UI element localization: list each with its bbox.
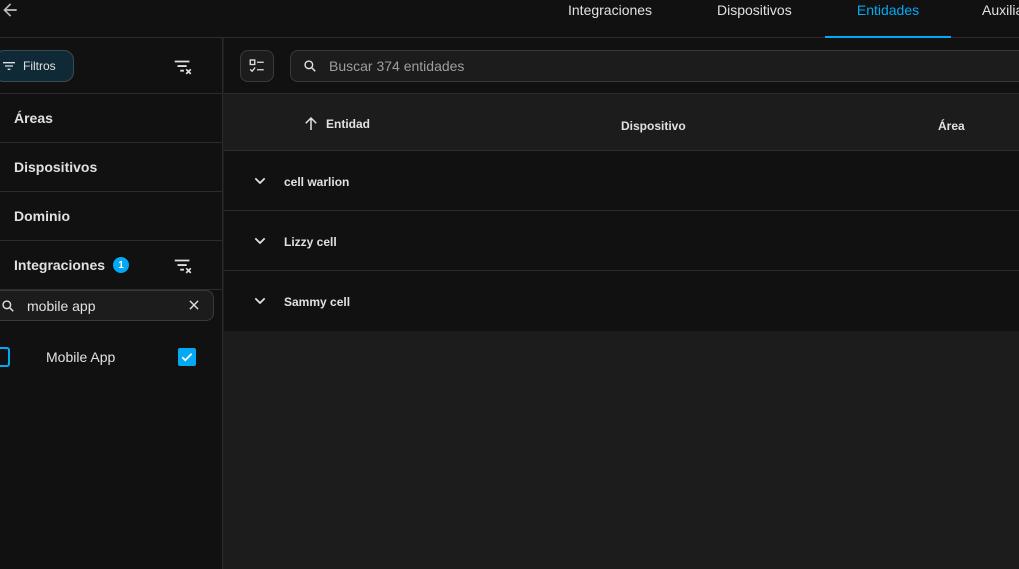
integration-search-input[interactable]: mobile app xyxy=(0,290,214,321)
check-icon xyxy=(181,353,193,362)
search-icon xyxy=(303,59,317,73)
group-row[interactable]: cell warlion xyxy=(224,151,1019,211)
filters-button[interactable]: Filtros xyxy=(0,50,74,82)
tab-entidades[interactable]: Entidades xyxy=(825,0,951,38)
integration-item-label: Mobile App xyxy=(46,349,116,365)
filters-header: Filtros xyxy=(0,38,222,94)
search-icon xyxy=(1,299,15,313)
section-label: Dominio xyxy=(14,208,70,224)
group-row[interactable]: Sammy cell xyxy=(224,271,1019,331)
close-icon[interactable] xyxy=(187,298,201,312)
column-label: Dispositivo xyxy=(621,119,686,133)
column-header-entidad[interactable]: Entidad xyxy=(302,115,370,133)
chevron-down-icon[interactable] xyxy=(252,233,268,249)
group-label: Lizzy cell xyxy=(284,235,337,249)
arrow-up-icon xyxy=(302,115,320,133)
mobile-app-logo xyxy=(0,347,10,367)
back-arrow-icon[interactable] xyxy=(0,0,22,20)
tab-auxiliares[interactable]: Auxilia xyxy=(982,0,1019,38)
tab-integraciones[interactable]: Integraciones xyxy=(568,0,658,38)
top-app-bar: Integraciones Dispositivos Entidades Aux… xyxy=(0,0,1019,38)
filter-icon xyxy=(1,58,17,74)
filter-remove-icon[interactable] xyxy=(172,56,194,78)
table-header: Entidad Dispositivo Área xyxy=(224,94,1019,151)
column-label: Área xyxy=(938,119,965,133)
group-label: cell warlion xyxy=(284,175,350,189)
group-row[interactable]: Lizzy cell xyxy=(224,211,1019,271)
section-label: Dispositivos xyxy=(14,159,98,175)
section-label: Integraciones xyxy=(14,257,106,273)
filter-section-integraciones[interactable]: Integraciones 1 xyxy=(0,241,222,290)
filter-section-dispositivos[interactable]: Dispositivos xyxy=(0,143,222,192)
search-toolbar: Buscar 374 entidades xyxy=(224,38,1019,94)
integration-search-value: mobile app xyxy=(27,297,96,314)
integration-item-mobile-app[interactable]: Mobile App xyxy=(0,338,223,376)
column-label: Entidad xyxy=(326,117,370,131)
filter-section-dominio[interactable]: Dominio xyxy=(0,192,222,241)
group-label: Sammy cell xyxy=(284,295,351,309)
checklist-icon xyxy=(249,59,264,73)
section-label: Áreas xyxy=(14,110,53,126)
filters-label: Filtros xyxy=(23,59,56,73)
filter-section-areas[interactable]: Áreas xyxy=(0,94,222,143)
count-badge: 1 xyxy=(113,257,130,273)
entity-search-input[interactable]: Buscar 374 entidades xyxy=(290,50,1019,82)
column-header-dispositivo[interactable]: Dispositivo xyxy=(621,119,686,133)
filters-sidebar: Filtros Áreas Dispositivos Dominio Integ… xyxy=(0,38,223,569)
group-list: cell warlion Lizzy cell Sammy cell xyxy=(224,151,1019,331)
select-mode-button[interactable] xyxy=(240,50,274,82)
tab-dispositivos[interactable]: Dispositivos xyxy=(717,0,807,38)
search-placeholder: Buscar 374 entidades xyxy=(329,58,465,74)
chevron-down-icon[interactable] xyxy=(252,293,268,309)
chevron-down-icon[interactable] xyxy=(252,173,268,189)
filter-remove-icon[interactable] xyxy=(172,255,194,277)
integration-checkbox[interactable] xyxy=(178,348,196,366)
entities-panel: Buscar 374 entidades Entidad Dispositivo… xyxy=(224,38,1019,569)
column-header-area[interactable]: Área xyxy=(938,119,965,133)
